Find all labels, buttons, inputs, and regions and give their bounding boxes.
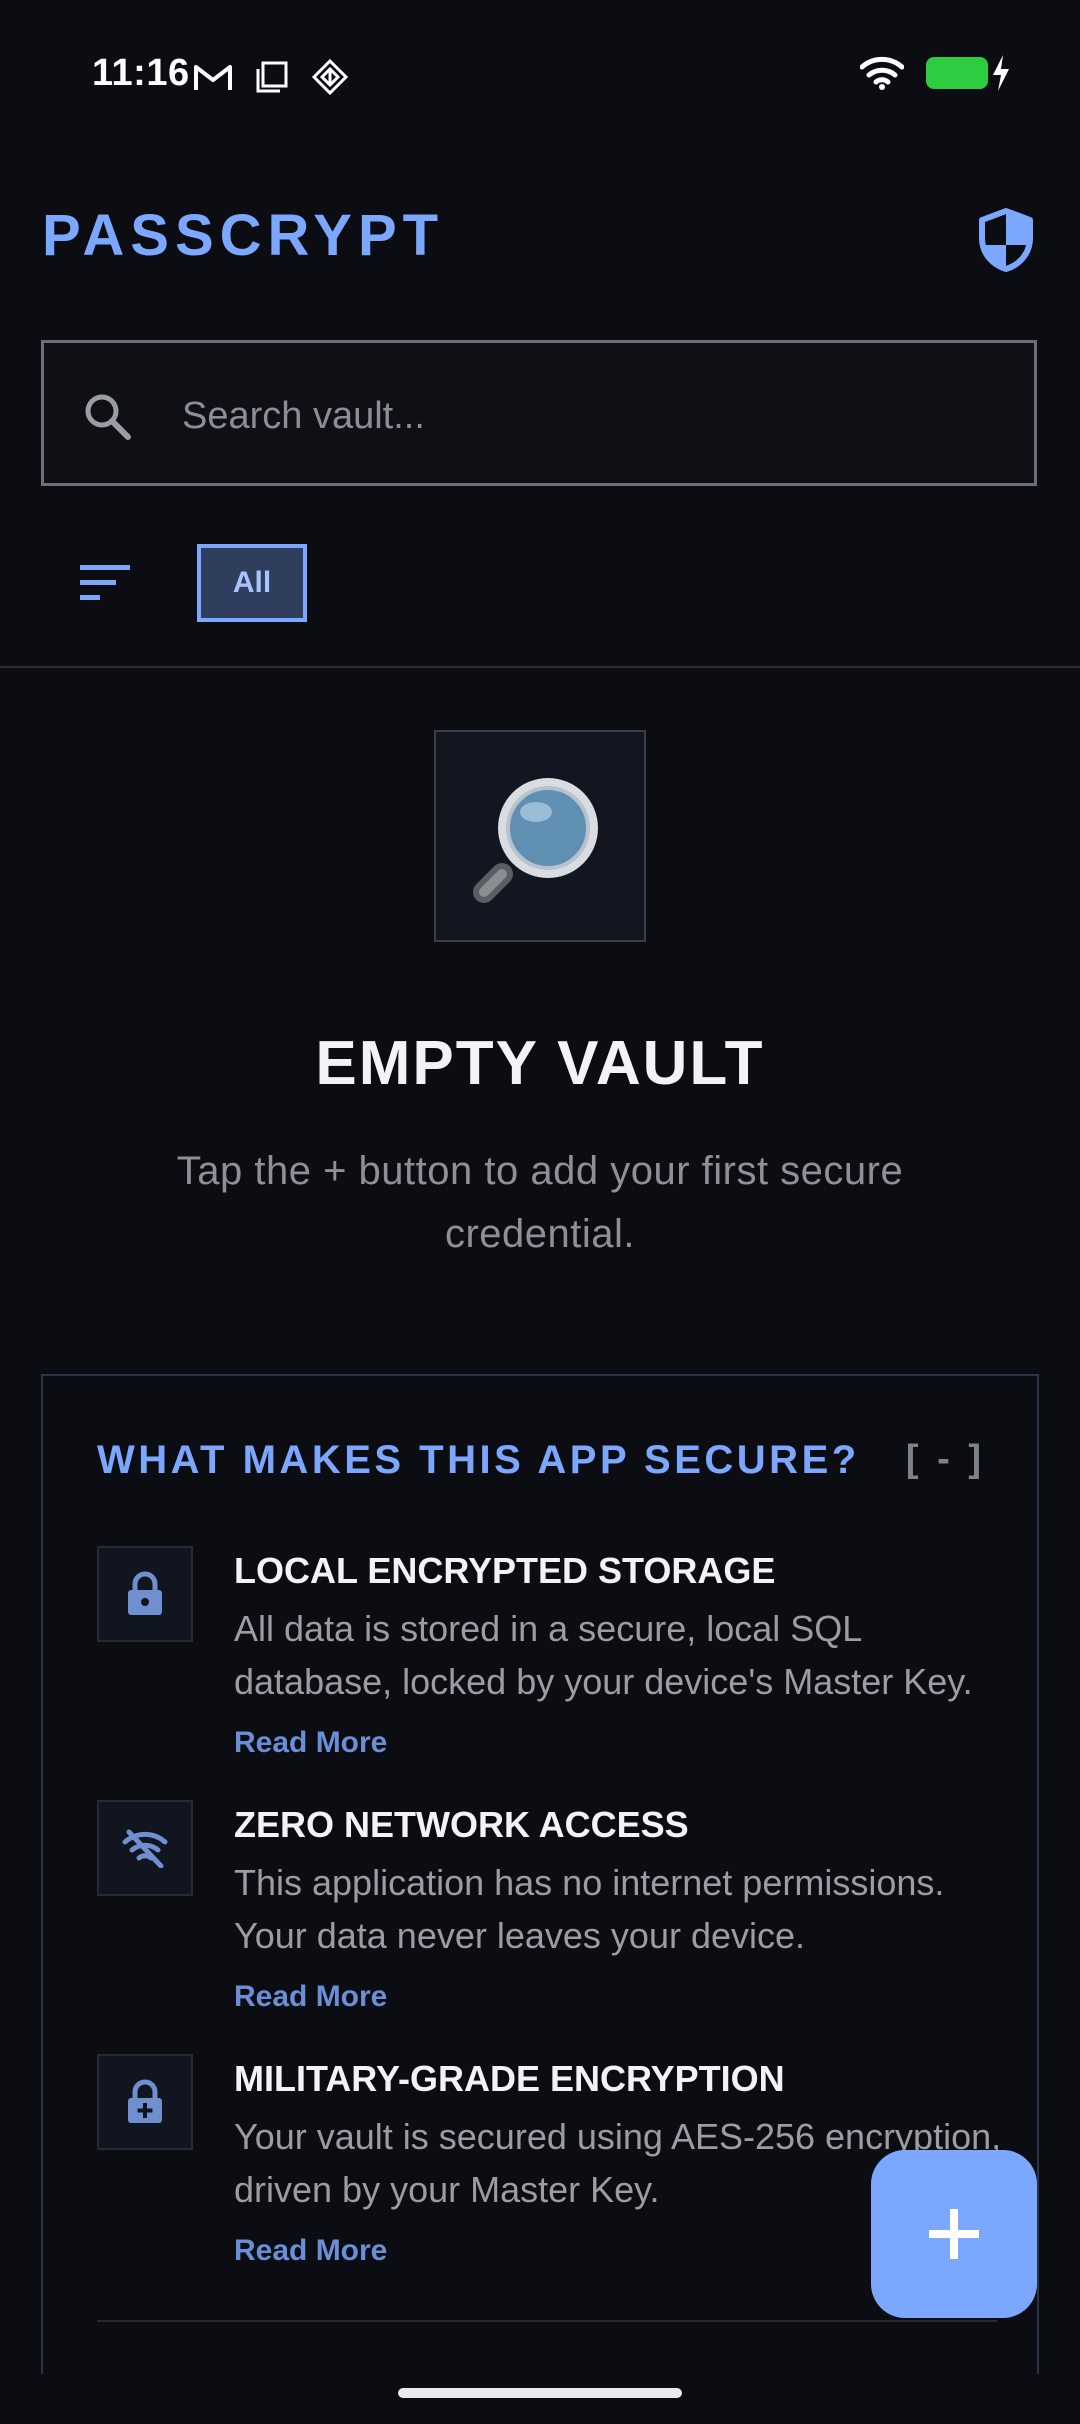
gmail-icon	[194, 65, 232, 90]
feature-description: This application has no internet permiss…	[234, 1862, 945, 1956]
status-bar: 11:16	[0, 0, 1080, 150]
feature-item: LOCAL ENCRYPTED STORAGE All data is stor…	[97, 1546, 997, 1766]
read-more-link[interactable]: Read More	[234, 1980, 387, 2014]
app-title: PASSCRYPT	[42, 203, 445, 268]
read-more-link[interactable]: Read More	[234, 1726, 387, 1760]
home-indicator[interactable]	[398, 2388, 682, 2398]
search-input[interactable]	[180, 383, 1004, 449]
feature-title: LOCAL ENCRYPTED STORAGE	[234, 1550, 776, 1591]
wifi-icon	[860, 56, 904, 90]
app-icon	[311, 58, 349, 96]
wifi-off-icon	[97, 1800, 193, 1896]
filter-chip-all[interactable]: All	[197, 544, 307, 622]
security-card-title: WHAT MAKES THIS APP SECURE?	[97, 1438, 860, 1482]
plus-icon	[929, 2209, 979, 2259]
feature-item: ZERO NETWORK ACCESS This application has…	[97, 1800, 997, 2020]
search-box[interactable]	[41, 340, 1037, 486]
search-icon	[85, 394, 131, 440]
app-screen: 11:16 PASSCRYPT Search vault... All EMPT…	[0, 0, 1080, 2424]
empty-state-title: EMPTY VAULT	[315, 1029, 765, 1098]
add-credential-button[interactable]	[871, 2150, 1037, 2318]
empty-state-description: Tap the + button to add your first secur…	[176, 1149, 904, 1256]
notification-icons	[193, 58, 349, 96]
magnifying-glass-icon	[473, 778, 598, 903]
empty-state-icon-box	[434, 730, 646, 942]
system-icons	[860, 55, 1009, 91]
sort-icon[interactable]	[80, 563, 132, 603]
shield-icon[interactable]	[978, 208, 1034, 272]
screenshot-icon	[256, 61, 288, 93]
lock-icon	[97, 1546, 193, 1642]
status-time: 11:16	[92, 52, 190, 94]
read-more-link[interactable]: Read More	[234, 2234, 387, 2268]
enhanced-encryption-icon	[97, 2054, 193, 2150]
feature-title: ZERO NETWORK ACCESS	[234, 1804, 689, 1845]
divider	[0, 666, 1080, 668]
feature-description: All data is stored in a secure, local SQ…	[234, 1608, 973, 1702]
feature-title: MILITARY-GRADE ENCRYPTION	[234, 2058, 785, 2099]
divider	[97, 2320, 997, 2322]
collapse-toggle[interactable]: [ - ]	[906, 1438, 985, 1481]
battery-charging-icon	[926, 55, 1009, 91]
feature-item: MILITARY-GRADE ENCRYPTION Your vault is …	[97, 2054, 1001, 2274]
